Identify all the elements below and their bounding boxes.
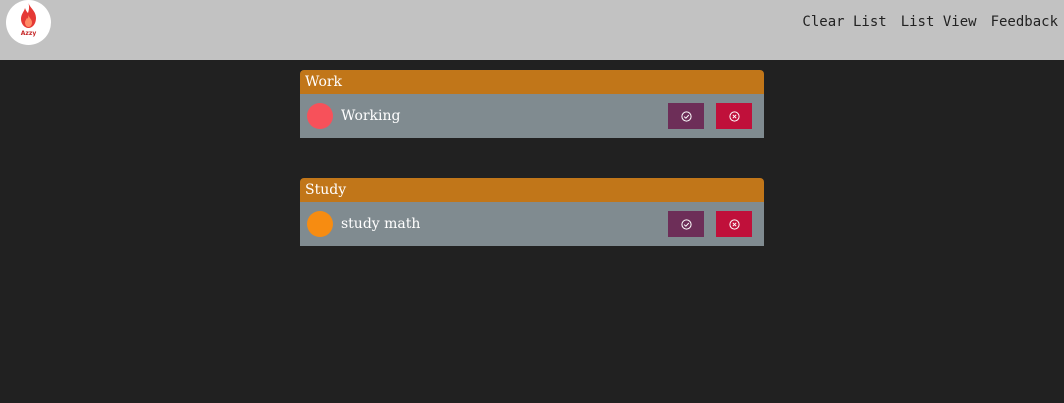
task-row: Working <box>300 94 764 138</box>
logo-text: Azzy <box>20 30 37 37</box>
complete-task-button[interactable] <box>668 103 704 129</box>
delete-task-button[interactable] <box>716 211 752 237</box>
task-row: study math <box>300 202 764 246</box>
check-circle-icon <box>680 218 692 230</box>
category-title: Work <box>300 70 764 94</box>
check-circle-icon <box>680 110 692 122</box>
feedback-link[interactable]: Feedback <box>991 14 1058 30</box>
clear-list-link[interactable]: Clear List <box>802 14 886 30</box>
category-card-work: Work Working <box>300 70 764 138</box>
flame-icon <box>21 3 36 28</box>
app-logo[interactable]: Azzy <box>6 0 51 45</box>
complete-task-button[interactable] <box>668 211 704 237</box>
task-label: study math <box>341 216 421 232</box>
delete-task-button[interactable] <box>716 103 752 129</box>
category-card-study: Study study math <box>300 178 764 246</box>
nav-menu: Clear List List View Feedback <box>802 14 1058 30</box>
task-color-dot <box>307 211 333 237</box>
task-label: Working <box>341 108 401 124</box>
top-navbar: Azzy Clear List List View Feedback <box>0 0 1064 60</box>
x-circle-icon <box>728 218 740 230</box>
x-circle-icon <box>728 110 740 122</box>
task-color-dot <box>307 103 333 129</box>
list-view-link[interactable]: List View <box>901 14 977 30</box>
category-title: Study <box>300 178 764 202</box>
